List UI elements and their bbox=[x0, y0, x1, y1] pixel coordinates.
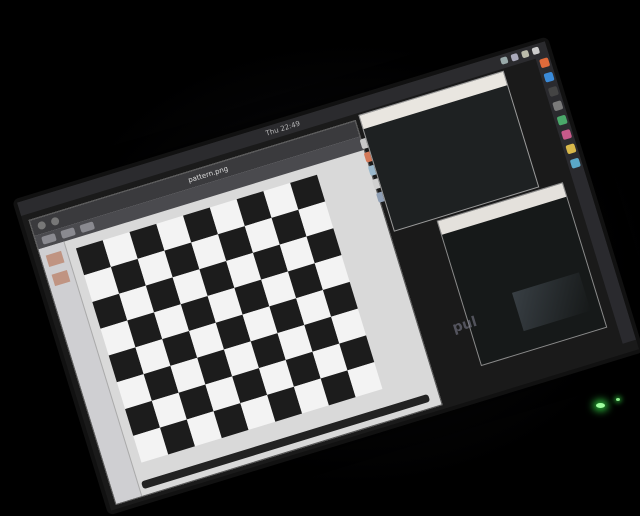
settings-icon[interactable] bbox=[551, 100, 563, 112]
close-button[interactable] bbox=[36, 220, 47, 231]
volume-icon[interactable] bbox=[510, 52, 520, 62]
screen-glare bbox=[512, 272, 591, 332]
music-icon[interactable] bbox=[560, 129, 572, 141]
wifi-icon[interactable] bbox=[499, 56, 509, 65]
power-led bbox=[596, 403, 605, 408]
zoom-button[interactable] bbox=[79, 221, 96, 234]
clock[interactable]: Thu 22:49 bbox=[265, 120, 301, 138]
terminal-icon[interactable] bbox=[547, 85, 559, 98]
thumbnail[interactable] bbox=[51, 270, 71, 287]
battery-icon[interactable] bbox=[520, 49, 530, 59]
browser-icon[interactable] bbox=[538, 57, 550, 69]
minimize-button[interactable] bbox=[50, 216, 61, 227]
folder-icon[interactable] bbox=[542, 71, 555, 83]
mail-icon[interactable] bbox=[564, 143, 577, 155]
back-button[interactable] bbox=[41, 233, 57, 245]
status-led bbox=[616, 398, 620, 401]
chat-icon[interactable] bbox=[556, 114, 568, 126]
forward-button[interactable] bbox=[60, 227, 76, 239]
calendar-icon[interactable] bbox=[569, 157, 581, 169]
thumbnail[interactable] bbox=[45, 250, 65, 268]
